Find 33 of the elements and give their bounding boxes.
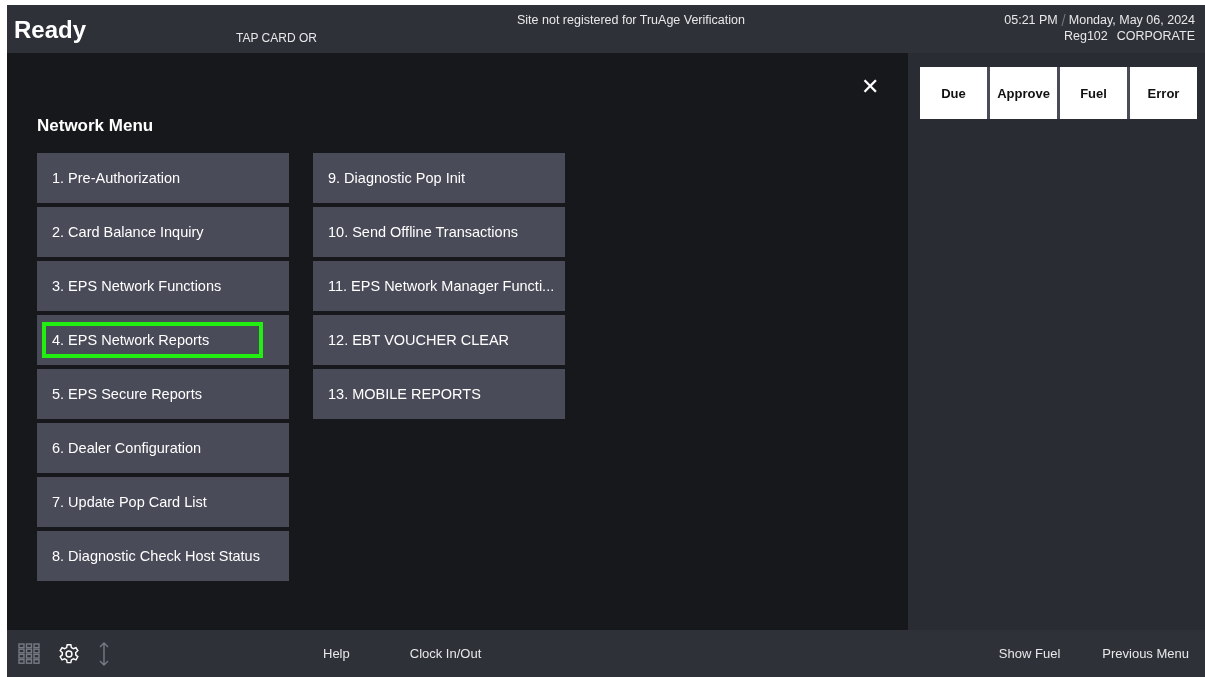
register-text: Reg102 [1063, 29, 1108, 43]
menu-button[interactable]: 4. EPS Network Reports [37, 315, 289, 365]
up-down-arrow-icon[interactable] [98, 641, 110, 666]
grid-icon[interactable] [18, 642, 40, 665]
footer-button[interactable]: Previous Menu [1086, 638, 1205, 669]
notice-text: Site not registered for TruAge Verification [517, 13, 745, 27]
menu-button[interactable]: 10. Send Offline Transactions [313, 207, 565, 257]
menu-button[interactable]: 9. Diagnostic Pop Init [313, 153, 565, 203]
menu-button[interactable]: 2. Card Balance Inquiry [37, 207, 289, 257]
menu-button[interactable]: 12. EBT VOUCHER CLEAR [313, 315, 565, 365]
menu-title: Network Menu [37, 116, 154, 136]
menu-button[interactable]: 13. MOBILE REPORTS [313, 369, 565, 419]
footer-button[interactable]: Clock In/Out [393, 638, 498, 669]
settings-icon[interactable] [58, 642, 80, 665]
time-text: 05:21 PM [1004, 13, 1058, 27]
prompt-text: TAP CARD OR [236, 31, 317, 45]
footer-button[interactable]: Show Fuel [982, 638, 1077, 669]
status-text: Ready [14, 16, 87, 44]
footer-button[interactable]: Help [307, 638, 366, 669]
date-text: Monday, May 06, 2024 [1068, 13, 1195, 27]
menu-button[interactable]: 6. Dealer Configuration [37, 423, 289, 473]
close-button[interactable]: ✕ [861, 75, 879, 99]
filter-button[interactable]: Error [1130, 67, 1197, 119]
filter-button[interactable]: Fuel [1060, 67, 1127, 119]
menu-button[interactable]: 3. EPS Network Functions [37, 261, 289, 311]
menu-button[interactable]: 1. Pre-Authorization [37, 153, 289, 203]
menu-button[interactable]: 11. EPS Network Manager Functi... [313, 261, 565, 311]
menu-button[interactable]: 7. Update Pop Card List [37, 477, 289, 527]
menu-button[interactable]: 5. EPS Secure Reports [37, 369, 289, 419]
filter-button[interactable]: Due [920, 67, 987, 119]
menu-button[interactable]: 8. Diagnostic Check Host Status [37, 531, 289, 581]
filter-button[interactable]: Approve [990, 67, 1057, 119]
site-text: CORPORATE [1116, 29, 1195, 43]
